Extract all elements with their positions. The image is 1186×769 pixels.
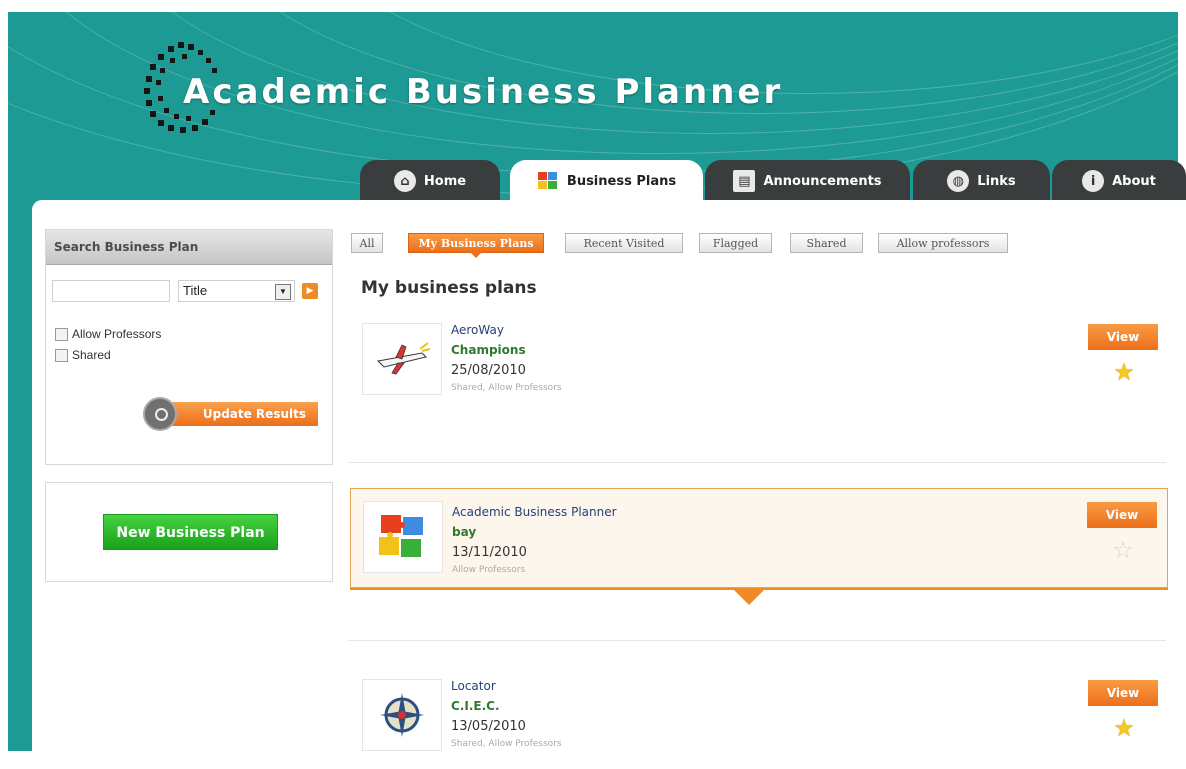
plan-item: Locator C.I.E.C. 13/05/2010 Shared, Allo… xyxy=(350,673,1168,769)
tab-home[interactable]: ⌂ Home xyxy=(360,160,500,202)
magnifier-icon xyxy=(143,397,177,431)
new-business-plan-button[interactable]: New Business Plan xyxy=(103,514,278,550)
view-button[interactable]: View xyxy=(1088,680,1158,706)
update-results-button[interactable]: Update Results xyxy=(161,402,318,426)
tab-label: Announcements xyxy=(763,173,882,189)
search-go-button[interactable]: ▶ xyxy=(302,283,318,299)
plan-owner: Champions xyxy=(451,343,526,357)
filter-shared[interactable]: Shared xyxy=(790,233,863,253)
compass-icon xyxy=(362,679,442,751)
tab-announcements[interactable]: ▤ Announcements xyxy=(705,160,910,202)
search-field-select[interactable]: Title ▼ xyxy=(178,280,295,302)
filter-my-business-plans[interactable]: My Business Plans xyxy=(408,233,544,258)
tab-label: Business Plans xyxy=(566,173,677,189)
airplane-icon xyxy=(362,323,442,395)
new-plan-panel: New Business Plan xyxy=(45,482,333,582)
star-icon[interactable]: ★ xyxy=(1110,358,1138,386)
plan-owner: C.I.E.C. xyxy=(451,699,500,713)
plan-name[interactable]: Locator xyxy=(451,679,496,693)
checkbox-box[interactable] xyxy=(55,348,68,362)
view-button[interactable]: View xyxy=(1088,324,1158,350)
filter-allow-professors[interactable]: Allow professors xyxy=(878,233,1008,253)
search-panel: Search Business Plan Title ▼ ▶ Allow Pro… xyxy=(45,229,333,465)
puzzle-icon xyxy=(537,170,559,192)
select-value: Title xyxy=(183,283,208,298)
info-icon: i xyxy=(1082,170,1105,192)
star-icon[interactable]: ★ xyxy=(1110,714,1138,742)
star-outline-icon[interactable]: ☆ xyxy=(1109,536,1137,564)
app-title: Academic Business Planner xyxy=(183,72,784,112)
puzzle-icon xyxy=(363,501,443,573)
filter-recent-visited[interactable]: Recent Visited xyxy=(565,233,683,253)
divider xyxy=(348,462,1166,463)
search-input[interactable] xyxy=(52,280,170,302)
checkbox-box[interactable] xyxy=(55,327,68,341)
plan-name[interactable]: Academic Business Planner xyxy=(452,505,617,519)
plan-date: 13/11/2010 xyxy=(452,545,527,560)
plan-item: AeroWay Champions 25/08/2010 Shared, All… xyxy=(350,317,1168,413)
tab-business-plans[interactable]: Business Plans xyxy=(510,160,703,202)
plan-owner: bay xyxy=(452,525,477,539)
tab-links[interactable]: ◍ Links xyxy=(913,160,1050,202)
checkbox-label: Shared xyxy=(72,348,111,362)
plan-name[interactable]: AeroWay xyxy=(451,323,504,337)
checkbox-label: Allow Professors xyxy=(72,327,162,341)
newspaper-icon: ▤ xyxy=(733,170,756,192)
plan-sharing: Allow Professors xyxy=(452,565,526,575)
tab-label: About xyxy=(1112,173,1156,189)
divider xyxy=(348,640,1166,641)
arrow-right-icon: ▶ xyxy=(306,286,314,296)
plan-item-selected: Academic Business Planner bay 13/11/2010… xyxy=(350,488,1168,588)
home-icon: ⌂ xyxy=(393,170,416,192)
tab-label: Home xyxy=(423,173,467,189)
tab-about[interactable]: i About xyxy=(1052,160,1186,202)
update-results-control[interactable]: Update Results xyxy=(143,397,321,431)
page-title: My business plans xyxy=(361,278,537,298)
globe-icon: ◍ xyxy=(947,170,970,192)
tab-label: Links xyxy=(977,173,1016,189)
plan-sharing: Shared, Allow Professors xyxy=(451,739,562,749)
plan-date: 25/08/2010 xyxy=(451,363,526,378)
search-panel-heading: Search Business Plan xyxy=(46,230,332,265)
plan-sharing: Shared, Allow Professors xyxy=(451,383,562,393)
view-button[interactable]: View xyxy=(1087,502,1157,528)
filter-flagged[interactable]: Flagged xyxy=(699,233,772,253)
filter-all[interactable]: All xyxy=(351,233,383,253)
chevron-down-icon: ▼ xyxy=(275,284,291,300)
selection-pointer xyxy=(732,588,766,605)
shared-checkbox[interactable]: Shared xyxy=(55,348,111,362)
plan-date: 13/05/2010 xyxy=(451,719,526,734)
allow-professors-checkbox[interactable]: Allow Professors xyxy=(55,327,161,341)
